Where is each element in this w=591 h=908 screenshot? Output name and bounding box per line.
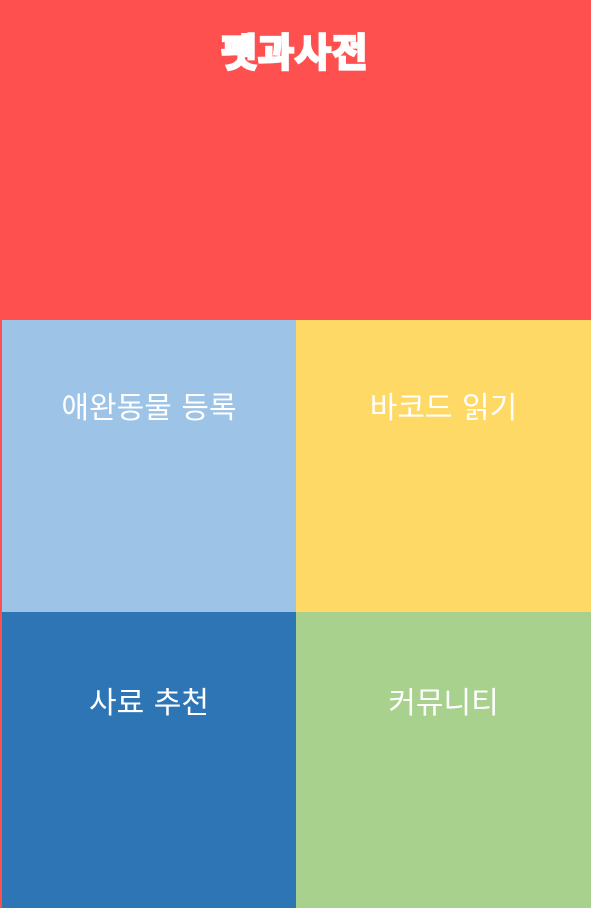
community-button[interactable]: 커뮤니티 bbox=[296, 612, 591, 908]
community-label: 커뮤니티 bbox=[388, 686, 499, 721]
read-barcode-button[interactable]: 바코드 읽기 bbox=[296, 320, 591, 612]
read-barcode-label: 바코드 읽기 bbox=[369, 391, 518, 426]
app-header: 펫과사전 bbox=[0, 0, 591, 320]
register-pet-label: 애완동물 등록 bbox=[61, 391, 237, 426]
feed-recommendation-button[interactable]: 사료 추천 bbox=[2, 612, 296, 908]
app-title: 펫과사전 bbox=[220, 30, 370, 77]
feed-recommendation-label: 사료 추천 bbox=[89, 686, 209, 721]
register-pet-button[interactable]: 애완동물 등록 bbox=[2, 320, 296, 612]
